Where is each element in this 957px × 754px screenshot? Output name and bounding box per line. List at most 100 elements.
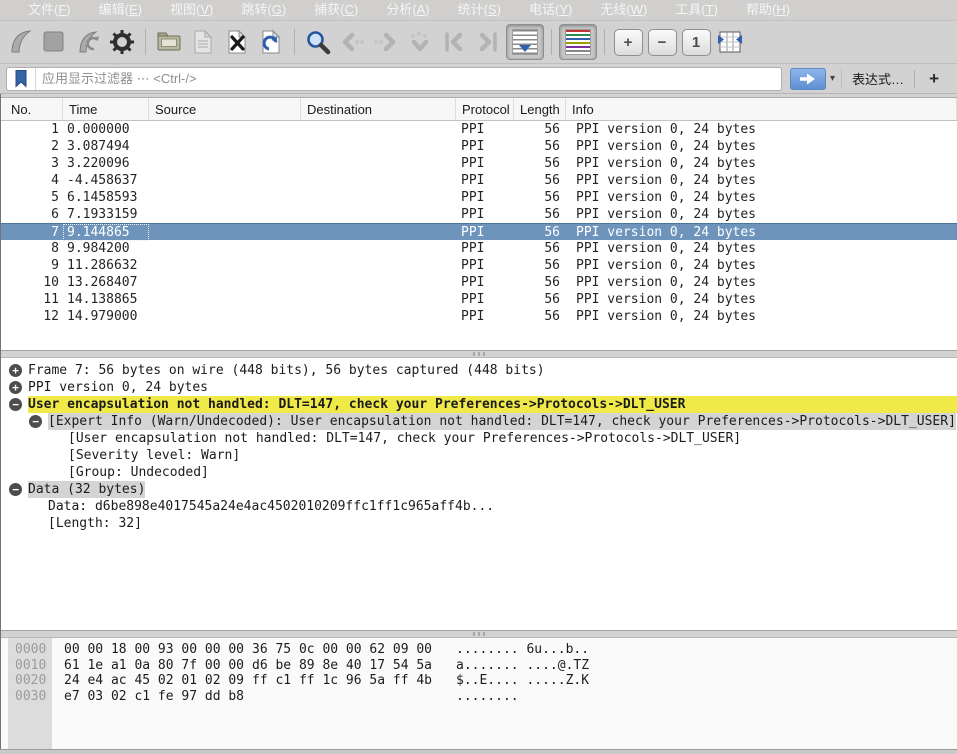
hex-offset: 0010 xyxy=(8,658,52,674)
menu-wireless[interactable]: 无线(W) xyxy=(586,0,661,20)
go-to-packet-button[interactable] xyxy=(404,26,436,58)
detail-line-group[interactable]: [Group: Undecoded] xyxy=(1,464,957,481)
go-back-button[interactable] xyxy=(336,26,368,58)
detail-line-data-length[interactable]: [Length: 32] xyxy=(1,515,957,532)
save-file-button[interactable] xyxy=(187,26,219,58)
packet-row[interactable]: 1114.138865PPI56PPI version 0, 24 bytes xyxy=(1,291,957,308)
packet-row[interactable]: 4-4.458637PPI56PPI version 0, 24 bytes xyxy=(1,172,957,189)
menu-telephony[interactable]: 电话(Y) xyxy=(515,0,586,20)
collapse-toggle-icon[interactable]: − xyxy=(9,398,22,411)
apply-filter-button[interactable] xyxy=(790,68,826,90)
detail-line-data-header[interactable]: −Data (32 bytes) xyxy=(1,481,957,498)
column-header-source[interactable]: Source xyxy=(149,98,301,120)
hex-row[interactable]: 24 e4 ac 45 02 01 02 09ff c1 ff 1c 96 5a… xyxy=(52,673,957,689)
minus-icon: − xyxy=(648,29,677,56)
menu-analyze[interactable]: 分析(A) xyxy=(372,0,443,20)
packet-row-selected[interactable]: 79.144865PPI56PPI version 0, 24 bytes xyxy=(1,223,957,240)
find-packet-button[interactable] xyxy=(302,26,334,58)
column-header-length[interactable]: Length xyxy=(514,98,566,120)
column-header-time[interactable]: Time xyxy=(63,98,149,120)
shark-fin-icon xyxy=(6,28,34,56)
hex-dump-pane: 0000 0010 0020 0030 00 00 18 00 93 00 00… xyxy=(1,638,957,749)
detail-line-frame[interactable]: +Frame 7: 56 bytes on wire (448 bits), 5… xyxy=(1,362,957,379)
main-toolbar: + − 1 xyxy=(0,21,957,64)
resize-columns-button[interactable] xyxy=(714,26,746,58)
packet-row[interactable]: 10.000000PPI56PPI version 0, 24 bytes xyxy=(1,121,957,138)
hex-bytes-area: 00 00 18 00 93 00 00 0036 75 0c 00 00 62… xyxy=(52,638,957,749)
expand-toggle-icon[interactable]: + xyxy=(9,381,22,394)
menu-capture[interactable]: 捕获(C) xyxy=(300,0,372,20)
expression-button[interactable]: 表达式… xyxy=(842,69,914,88)
menu-go[interactable]: 跳转(G) xyxy=(227,0,300,20)
toolbar-separator xyxy=(604,29,605,55)
splitter-grip-icon xyxy=(473,352,485,356)
stop-square-icon xyxy=(40,28,68,56)
column-header-no[interactable]: No. xyxy=(1,98,63,120)
colorize-icon xyxy=(565,29,591,55)
detail-line-expert-info[interactable]: −[Expert Info (Warn/Undecoded): User enc… xyxy=(1,413,957,430)
auto-scroll-toggle[interactable] xyxy=(506,24,544,60)
display-filter-input[interactable] xyxy=(36,71,781,86)
menu-tools[interactable]: 工具(T) xyxy=(661,0,732,20)
menu-help[interactable]: 帮助(H) xyxy=(732,0,804,20)
open-file-button[interactable] xyxy=(153,26,185,58)
open-folder-icon xyxy=(155,28,183,56)
collapse-toggle-icon[interactable]: − xyxy=(9,483,22,496)
filter-dropdown-caret[interactable]: ▾ xyxy=(826,69,842,89)
column-header-info[interactable]: Info xyxy=(566,98,957,120)
last-packet-button[interactable] xyxy=(472,26,504,58)
detail-line-severity[interactable]: [Severity level: Warn] xyxy=(1,447,957,464)
reload-document-icon xyxy=(257,28,285,56)
add-filter-button[interactable]: + xyxy=(915,69,951,89)
toolbar-separator xyxy=(294,29,295,55)
start-capture-button[interactable] xyxy=(4,26,36,58)
filter-bookmark-button[interactable] xyxy=(7,68,36,90)
arrow-back-icon xyxy=(338,28,366,56)
resize-columns-icon xyxy=(716,28,744,56)
packet-row[interactable]: 1013.268407PPI56PPI version 0, 24 bytes xyxy=(1,274,957,291)
go-forward-button[interactable] xyxy=(370,26,402,58)
menu-edit[interactable]: 编辑(E) xyxy=(85,0,156,20)
hex-row[interactable]: 61 1e a1 0a 80 7f 00 00d6 be 89 8e 40 17… xyxy=(52,658,957,674)
first-packet-button[interactable] xyxy=(438,26,470,58)
magnifier-icon xyxy=(304,28,332,56)
close-document-icon xyxy=(223,28,251,56)
zoom-out-button[interactable]: − xyxy=(646,26,678,58)
column-header-protocol[interactable]: Protocol xyxy=(456,98,514,120)
pane-splitter[interactable] xyxy=(1,351,957,358)
one-to-one-icon: 1 xyxy=(682,29,711,56)
packet-row[interactable]: 56.1458593PPI56PPI version 0, 24 bytes xyxy=(1,189,957,206)
packet-row[interactable]: 89.984200PPI56PPI version 0, 24 bytes xyxy=(1,240,957,257)
detail-line-user-encap[interactable]: [User encapsulation not handled: DLT=147… xyxy=(1,430,957,447)
reload-file-button[interactable] xyxy=(255,26,287,58)
detail-line-ppi[interactable]: +PPI version 0, 24 bytes xyxy=(1,379,957,396)
hex-row[interactable]: e7 03 02 c1 fe 97 dd b8........ xyxy=(52,689,957,705)
stop-capture-button[interactable] xyxy=(38,26,70,58)
packet-row[interactable]: 1214.979000PPI56PPI version 0, 24 bytes xyxy=(1,308,957,325)
menu-view[interactable]: 视图(V) xyxy=(156,0,227,20)
detail-line-data-bytes[interactable]: Data: d6be898e4017545a24e4ac4502010209ff… xyxy=(1,498,957,515)
collapse-toggle-icon[interactable]: − xyxy=(29,415,42,428)
menu-statistics[interactable]: 统计(S) xyxy=(444,0,515,20)
menu-file[interactable]: 文件(F) xyxy=(14,0,85,20)
gear-icon xyxy=(108,28,136,56)
zoom-in-button[interactable]: + xyxy=(612,26,644,58)
detail-line-user-encap-warning[interactable]: −User encapsulation not handled: DLT=147… xyxy=(1,396,957,413)
restart-capture-button[interactable] xyxy=(72,26,104,58)
packet-row[interactable]: 67.1933159PPI56PPI version 0, 24 bytes xyxy=(1,206,957,223)
window-bottom-edge xyxy=(0,749,957,754)
column-header-destination[interactable]: Destination xyxy=(301,98,456,120)
hex-row[interactable]: 00 00 18 00 93 00 00 0036 75 0c 00 00 62… xyxy=(52,642,957,658)
toolbar-separator xyxy=(145,29,146,55)
arrow-last-icon xyxy=(474,28,502,56)
packet-list-pane: No. Time Source Destination Protocol Len… xyxy=(1,97,957,351)
packet-row[interactable]: 911.286632PPI56PPI version 0, 24 bytes xyxy=(1,257,957,274)
zoom-original-button[interactable]: 1 xyxy=(680,26,712,58)
capture-options-button[interactable] xyxy=(106,26,138,58)
close-file-button[interactable] xyxy=(221,26,253,58)
pane-splitter[interactable] xyxy=(1,631,957,638)
colorize-toggle[interactable] xyxy=(559,24,597,60)
packet-row[interactable]: 33.220096PPI56PPI version 0, 24 bytes xyxy=(1,155,957,172)
packet-row[interactable]: 23.087494PPI56PPI version 0, 24 bytes xyxy=(1,138,957,155)
expand-toggle-icon[interactable]: + xyxy=(9,364,22,377)
